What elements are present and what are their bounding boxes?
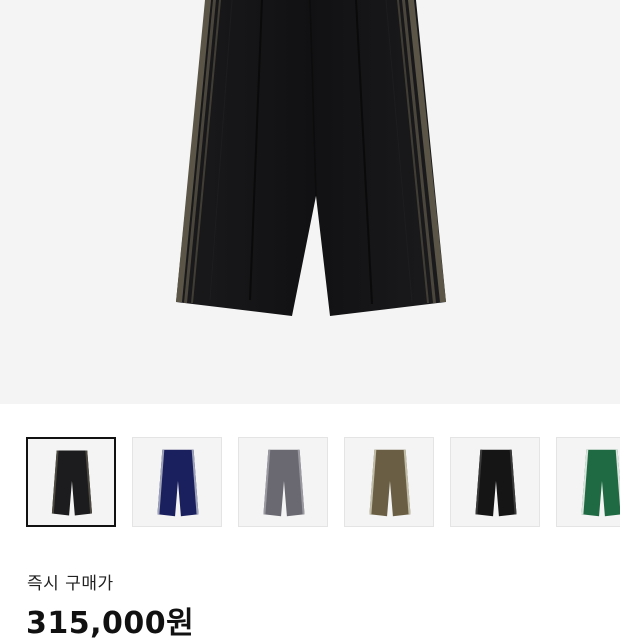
pants-black-thumb — [51, 450, 93, 516]
color-thumbnail[interactable] — [26, 437, 116, 527]
instant-buy-price: 315,000원 — [26, 606, 195, 641]
color-thumbnail-strip — [26, 437, 620, 529]
color-thumbnail[interactable] — [344, 437, 434, 527]
color-thumbnail[interactable] — [556, 437, 620, 527]
pants-black-wide-thumb — [475, 449, 517, 517]
pants-navy-thumb — [157, 449, 199, 517]
pants-grey-thumb — [263, 449, 305, 517]
pants-green-thumb — [581, 449, 620, 517]
color-thumbnail[interactable] — [450, 437, 540, 527]
color-thumbnail[interactable] — [238, 437, 328, 527]
instant-buy-price-label: 즉시 구매가 — [27, 574, 114, 594]
product-main-image[interactable] — [0, 0, 620, 404]
color-thumbnail[interactable] — [132, 437, 222, 527]
pants-olive-thumb — [369, 449, 411, 517]
track-pants-black-image — [176, 0, 446, 316]
